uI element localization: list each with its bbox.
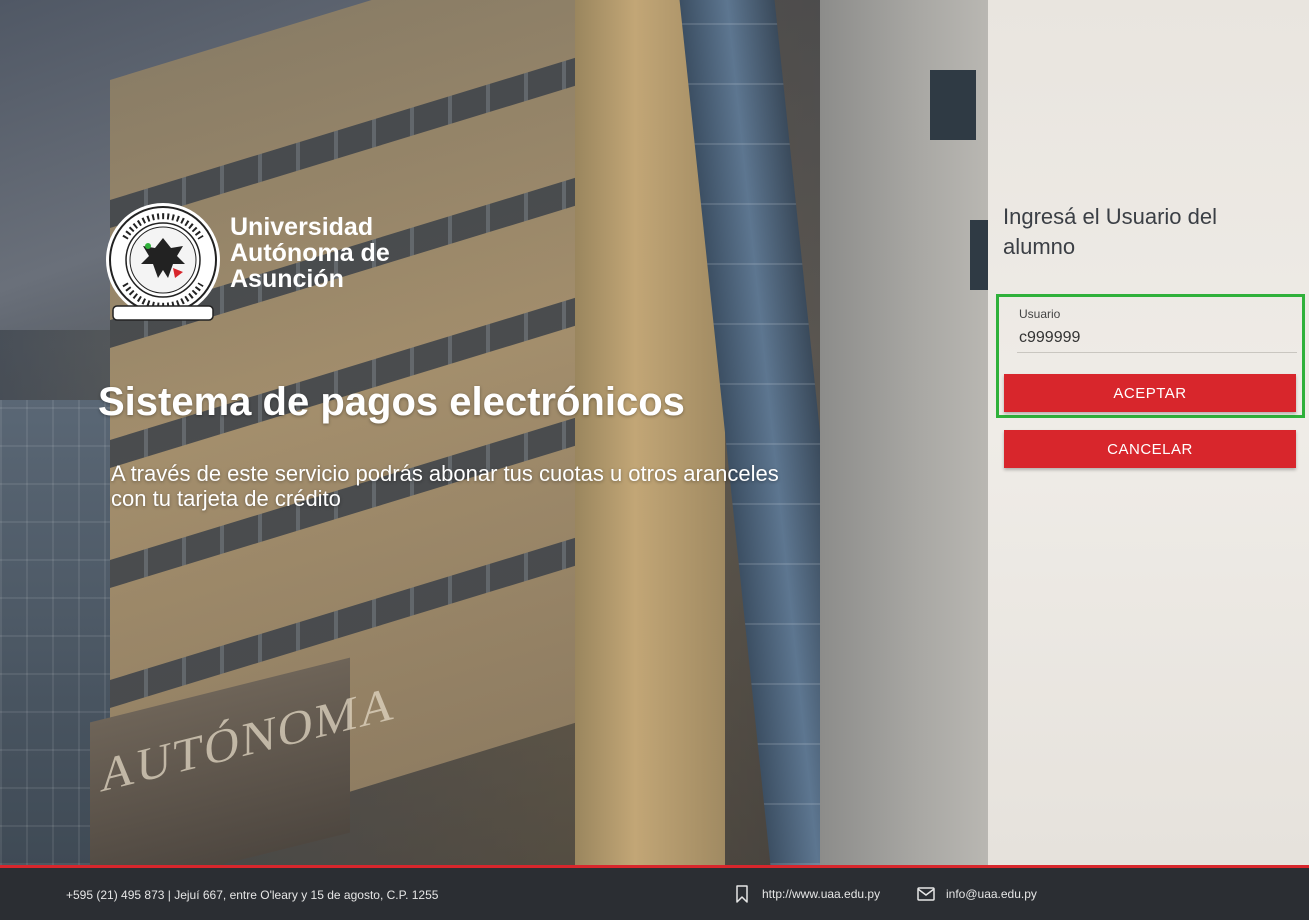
university-name-line-1: Universidad — [230, 213, 374, 241]
university-name-line-2: Autónoma de — [230, 239, 390, 267]
user-field-label: Usuario — [1019, 307, 1061, 321]
user-input[interactable] — [1017, 323, 1297, 353]
footer-website-link[interactable]: http://www.uaa.edu.py — [732, 884, 880, 904]
page-description: A través de este servicio podrás abonar … — [111, 461, 779, 511]
footer-address: +595 (21) 495 873 | Jejuí 667, entre O'l… — [66, 888, 439, 902]
building-right-wall — [820, 0, 988, 865]
bookmark-icon — [736, 885, 748, 903]
university-seal-logo — [106, 203, 220, 321]
login-title: Ingresá el Usuario del alumno — [1003, 204, 1218, 259]
university-name: Universidad Autónoma de Asunción — [230, 214, 450, 292]
footer: +595 (21) 495 873 | Jejuí 667, entre O'l… — [0, 865, 1309, 920]
footer-email-link[interactable]: info@uaa.edu.py — [916, 884, 1037, 904]
envelope-icon — [917, 887, 935, 901]
accept-button[interactable]: ACEPTAR — [1004, 374, 1296, 412]
footer-website-text[interactable]: http://www.uaa.edu.py — [762, 887, 880, 901]
cancel-button[interactable]: CANCELAR — [1004, 430, 1296, 468]
hero-background: AUTÓNOMA — [0, 0, 988, 865]
footer-email-text[interactable]: info@uaa.edu.py — [946, 887, 1037, 901]
university-name-line-3: Asunción — [230, 265, 344, 293]
page-title: Sistema de pagos electrónicos — [98, 380, 685, 424]
login-panel: Ingresá el Usuario del alumno Usuario AC… — [988, 0, 1309, 865]
